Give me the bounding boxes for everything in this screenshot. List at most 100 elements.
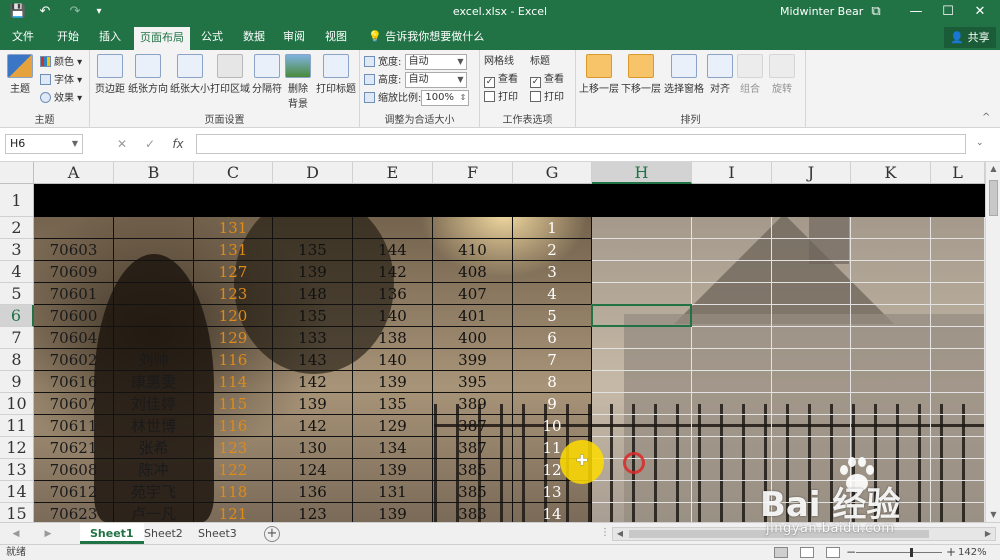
normal-view-icon[interactable] [774, 547, 788, 558]
cell-b14[interactable]: 苑宇飞 [114, 481, 194, 503]
worksheet-grid[interactable]: ABCDEFGHIJKL 1 2 3 4 5 6 7 8 9 10 11 12 13 14 15 131 1 7… [0, 162, 985, 522]
enter-icon[interactable]: ✓ [140, 135, 160, 153]
cell-a4[interactable]: 70609 [34, 261, 114, 283]
scroll-left-icon[interactable]: ◀ [613, 528, 627, 540]
print-area-button[interactable]: 打印区域 [210, 54, 250, 95]
cell-b12[interactable]: 张希 [114, 437, 194, 459]
cell-c8[interactable]: 116 [194, 349, 273, 371]
cell-d2[interactable] [273, 217, 353, 239]
row-header-9[interactable]: 9 [0, 371, 34, 393]
cell-d3[interactable]: 135 [273, 239, 353, 261]
cell-g10[interactable]: 9 [513, 393, 592, 415]
cell-g4[interactable]: 3 [513, 261, 592, 283]
headings-view-checkbox[interactable]: ✓ 查看 [530, 72, 564, 88]
user-name[interactable]: Midwinter Bear [780, 0, 863, 24]
cell-b2[interactable] [114, 217, 194, 239]
column-header-b[interactable]: B [114, 162, 194, 184]
scroll-down-icon[interactable]: ▼ [986, 508, 1000, 522]
column-header-h[interactable]: H [592, 162, 692, 184]
cell-b15[interactable]: 卢一凡 [114, 503, 194, 522]
cell-d4[interactable]: 139 [273, 261, 353, 283]
tab-data[interactable]: 数据 [236, 24, 272, 50]
cell-e7[interactable]: 138 [353, 327, 433, 349]
cell-g14[interactable]: 13 [513, 481, 592, 503]
column-header-a[interactable]: A [34, 162, 114, 184]
row-header-4[interactable]: 4 [0, 261, 34, 283]
zoom-in-button[interactable]: + [946, 545, 956, 560]
cell-g8[interactable]: 7 [513, 349, 592, 371]
cell-b9[interactable]: 康惠雯 [114, 371, 194, 393]
add-sheet-button[interactable]: + [264, 526, 280, 542]
cell-e8[interactable]: 140 [353, 349, 433, 371]
row-header-11[interactable]: 11 [0, 415, 34, 437]
gridlines-print-checkbox[interactable]: 打印 [484, 90, 518, 106]
cell-b6[interactable] [114, 305, 194, 327]
cell-f13[interactable]: 385 [433, 459, 513, 481]
cell-f6[interactable]: 401 [433, 305, 513, 327]
cell-g15[interactable]: 14 [513, 503, 592, 522]
cell-a3[interactable]: 70603 [34, 239, 114, 261]
column-header-l[interactable]: L [931, 162, 985, 184]
ribbon-display-options-icon[interactable]: ⧉ [856, 0, 896, 24]
headings-print-checkbox[interactable]: 打印 [530, 90, 564, 106]
column-header-d[interactable]: D [273, 162, 353, 184]
row-header-1[interactable]: 1 [0, 184, 34, 217]
scroll-up-icon[interactable]: ▲ [986, 162, 1000, 176]
size-button[interactable]: 纸张大小 [170, 54, 210, 95]
zoom-out-button[interactable]: − [846, 545, 856, 560]
cell-c6[interactable]: 120 [194, 305, 273, 327]
tab-split-handle[interactable]: ⋮ [600, 527, 610, 538]
row-header-13[interactable]: 13 [0, 459, 34, 481]
cell-c4[interactable]: 127 [194, 261, 273, 283]
cell-d9[interactable]: 142 [273, 371, 353, 393]
cell-a8[interactable]: 70602 [34, 349, 114, 371]
tab-home[interactable]: 开始 [48, 24, 88, 50]
cell-e11[interactable]: 129 [353, 415, 433, 437]
collapse-ribbon-icon[interactable]: ^ [982, 112, 990, 123]
cell-f3[interactable]: 410 [433, 239, 513, 261]
row-header-6[interactable]: 6 [0, 305, 34, 327]
cell-a7[interactable]: 70604 [34, 327, 114, 349]
cell-g11[interactable]: 10 [513, 415, 592, 437]
rotate-button[interactable]: 旋转 [768, 54, 796, 95]
cell-g7[interactable]: 6 [513, 327, 592, 349]
send-backward-button[interactable]: 下移一层 [620, 54, 662, 95]
cell-b13[interactable]: 陈冲 [114, 459, 194, 481]
cell-a5[interactable]: 70601 [34, 283, 114, 305]
cell-b11[interactable]: 林世博 [114, 415, 194, 437]
zoom-slider-knob[interactable] [910, 548, 913, 557]
cell-c14[interactable]: 118 [194, 481, 273, 503]
cell-e4[interactable]: 142 [353, 261, 433, 283]
close-button[interactable]: ✕ [960, 0, 1000, 24]
background-button[interactable]: 删除 背景 [284, 54, 312, 110]
tell-me-search[interactable]: 💡 告诉我你想要做什么 [368, 24, 484, 50]
cell-d12[interactable]: 130 [273, 437, 353, 459]
cell-a13[interactable]: 70608 [34, 459, 114, 481]
cell-f9[interactable]: 395 [433, 371, 513, 393]
cell-d11[interactable]: 142 [273, 415, 353, 437]
cell-f15[interactable]: 383 [433, 503, 513, 522]
align-button[interactable]: 对齐 [706, 54, 734, 95]
cell-g9[interactable]: 8 [513, 371, 592, 393]
cell-g5[interactable]: 4 [513, 283, 592, 305]
cell-b8[interactable]: 刘帅 [114, 349, 194, 371]
cell-c12[interactable]: 123 [194, 437, 273, 459]
column-header-g[interactable]: G [513, 162, 592, 184]
zoom-level[interactable]: 142% [958, 545, 987, 560]
cell-a14[interactable]: 70612 [34, 481, 114, 503]
cell-a11[interactable]: 70611 [34, 415, 114, 437]
scroll-right-icon[interactable]: ▶ [981, 528, 995, 540]
cell-e2[interactable] [353, 217, 433, 239]
prev-sheet-icon[interactable]: ◀ [8, 526, 24, 542]
tab-formulas[interactable]: 公式 [194, 24, 230, 50]
share-button[interactable]: 👤 共享 [944, 27, 996, 48]
gridlines-view-checkbox[interactable]: ✓ 查看 [484, 72, 518, 88]
cell-a15[interactable]: 70623 [34, 503, 114, 522]
cell-f7[interactable]: 400 [433, 327, 513, 349]
cell-e6[interactable]: 140 [353, 305, 433, 327]
cell-f11[interactable]: 387 [433, 415, 513, 437]
tab-file[interactable]: 文件 [4, 24, 42, 50]
select-all-corner[interactable] [0, 162, 34, 184]
cell-f8[interactable]: 399 [433, 349, 513, 371]
cell-c13[interactable]: 122 [194, 459, 273, 481]
